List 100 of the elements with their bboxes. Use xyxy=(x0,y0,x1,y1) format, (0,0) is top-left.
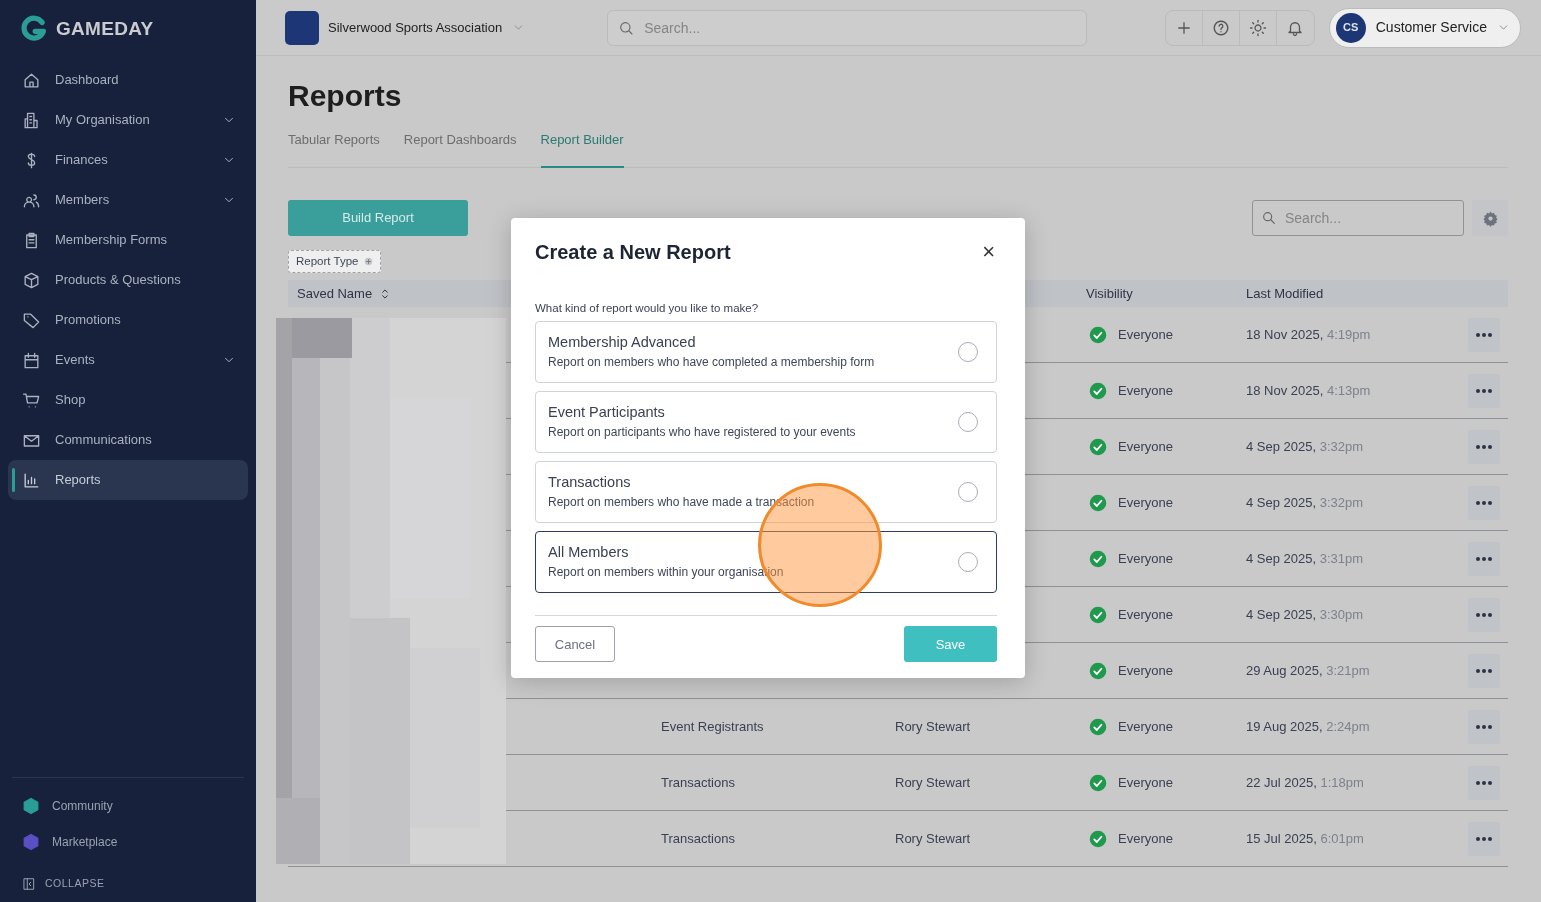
check-circle-icon xyxy=(1089,829,1107,848)
table-cell-text: Event Registrants xyxy=(660,718,765,736)
ellipsis-icon xyxy=(1476,724,1492,729)
table-cell-text: Rory Stewart xyxy=(894,830,972,848)
more-button[interactable] xyxy=(1468,317,1500,352)
app-link[interactable]: Community xyxy=(8,788,248,824)
table-cell-text: Everyone xyxy=(1118,550,1173,568)
sidebar-item[interactable]: Reports xyxy=(8,460,248,500)
filter-chip[interactable]: Report Type xyxy=(288,250,382,274)
sidebar-item[interactable]: Products & Questions xyxy=(8,260,248,300)
table-cell-text: Rory Stewart xyxy=(894,774,972,792)
report-type-option[interactable]: Event Participants Report on participants who have registered to your events xyxy=(535,391,997,454)
search-icon xyxy=(618,19,635,36)
collapse-icon xyxy=(22,877,36,891)
app-link[interactable]: Marketplace xyxy=(8,824,248,860)
table-cell-text: 4 Sep 2025, 3:32pm xyxy=(1245,494,1365,512)
check-circle-icon xyxy=(1089,437,1107,456)
more-button[interactable] xyxy=(1468,485,1500,520)
report-type-option[interactable]: Membership Advanced Report on members who have completed a membership form xyxy=(535,321,997,384)
check-circle-icon xyxy=(1089,773,1107,792)
close-button[interactable]: × xyxy=(980,241,997,263)
sidebar-item[interactable]: Membership Forms xyxy=(8,220,248,260)
question-label: What kind of report would you like to make? xyxy=(535,301,760,316)
brand-name: GAMEDAY xyxy=(56,16,154,41)
column-header: Visibility xyxy=(1085,285,1134,303)
check-circle-icon xyxy=(1089,717,1107,736)
user-menu[interactable]: CS Customer Service xyxy=(1328,7,1521,48)
search-field[interactable]: Search... xyxy=(1252,200,1464,236)
table-cell-text: Everyone xyxy=(1118,438,1173,456)
table-cell-text: Everyone xyxy=(1118,326,1173,344)
table-cell-text: Everyone xyxy=(1118,718,1173,736)
table-cell-text: Everyone xyxy=(1118,382,1173,400)
ellipsis-icon xyxy=(1476,780,1492,785)
table-cell-text: 4 Sep 2025, 3:30pm xyxy=(1245,606,1365,624)
more-button[interactable] xyxy=(1468,429,1500,464)
logo-icon xyxy=(20,14,48,44)
building-icon xyxy=(22,110,41,130)
more-button[interactable] xyxy=(1468,653,1500,688)
tag-icon xyxy=(22,310,41,330)
table-cell-text: Transactions xyxy=(660,774,736,792)
table-cell-text: 18 Nov 2025, 4:13pm xyxy=(1245,382,1372,400)
page-title: Reports xyxy=(288,78,403,114)
sidebar-item[interactable]: Finances xyxy=(8,140,248,180)
more-button[interactable] xyxy=(1468,597,1500,632)
collapse-button[interactable]: COLLAPSE xyxy=(8,868,248,900)
table-cell-text: Everyone xyxy=(1118,830,1173,848)
table-cell-text: 22 Jul 2025, 1:18pm xyxy=(1245,774,1365,792)
ellipsis-icon xyxy=(1476,836,1492,841)
ellipsis-icon xyxy=(1476,668,1492,673)
sidebar-item[interactable]: Promotions xyxy=(8,300,248,340)
plus-icon xyxy=(364,257,374,267)
organisation-logo xyxy=(285,10,319,45)
sidebar-item[interactable]: Communications xyxy=(8,420,248,460)
settings-button[interactable] xyxy=(1472,200,1508,236)
more-button[interactable] xyxy=(1468,373,1500,408)
search-field[interactable]: Search... xyxy=(607,9,1088,46)
check-circle-icon xyxy=(1089,549,1107,568)
ellipsis-icon xyxy=(1476,556,1492,561)
sun-icon xyxy=(1248,18,1267,37)
more-button[interactable] xyxy=(1468,821,1500,856)
ellipsis-icon xyxy=(1476,500,1492,505)
table-cell-text: Transactions xyxy=(660,830,736,848)
modal-title: Create a New Report xyxy=(535,240,731,264)
help-icon xyxy=(1211,18,1230,37)
sidebar-item[interactable]: Events xyxy=(8,340,248,380)
more-button[interactable] xyxy=(1468,709,1500,744)
table-cell-text: Rory Stewart xyxy=(894,718,972,736)
sidebar-item[interactable]: Dashboard xyxy=(8,60,248,100)
table-cell-text: 4 Sep 2025, 3:32pm xyxy=(1245,438,1365,456)
sidebar-item[interactable]: Members xyxy=(8,180,248,220)
sidebar-item[interactable]: My Organisation xyxy=(8,100,248,140)
column-header: Last Modified xyxy=(1245,285,1325,303)
check-circle-icon xyxy=(1089,381,1107,400)
check-circle-icon xyxy=(1089,325,1107,344)
home-icon xyxy=(22,70,41,90)
ellipsis-icon xyxy=(1476,332,1492,337)
table-cell-text: Everyone xyxy=(1118,662,1173,680)
more-button[interactable] xyxy=(1468,541,1500,576)
sidebar-item[interactable]: Shop xyxy=(8,380,248,420)
check-circle-icon xyxy=(1089,493,1107,512)
table-cell-text: 29 Aug 2025, 3:21pm xyxy=(1245,662,1371,680)
table-cell-text: 4 Sep 2025, 3:31pm xyxy=(1245,550,1365,568)
check-circle-icon xyxy=(1089,605,1107,624)
table-cell-text: Everyone xyxy=(1118,774,1173,792)
ellipsis-icon xyxy=(1476,444,1492,449)
gear-icon xyxy=(1481,209,1499,227)
more-button[interactable] xyxy=(1468,765,1500,800)
table-cell-text: 19 Aug 2025, 2:24pm xyxy=(1245,718,1371,736)
table-cell-text: Everyone xyxy=(1118,494,1173,512)
table-cell-text: Everyone xyxy=(1118,606,1173,624)
ellipsis-icon xyxy=(1476,388,1492,393)
calendar-icon xyxy=(22,350,41,370)
organisation-switcher[interactable]: Silverwood Sports Association xyxy=(285,10,526,45)
cancel-button[interactable]: Cancel xyxy=(535,626,615,663)
table-cell-text: 15 Jul 2025, 6:01pm xyxy=(1245,830,1365,848)
search-icon xyxy=(1261,210,1277,226)
cart-icon xyxy=(22,390,41,410)
box-icon xyxy=(22,270,41,290)
check-circle-icon xyxy=(1089,661,1107,680)
avatar: CS xyxy=(1335,12,1366,43)
